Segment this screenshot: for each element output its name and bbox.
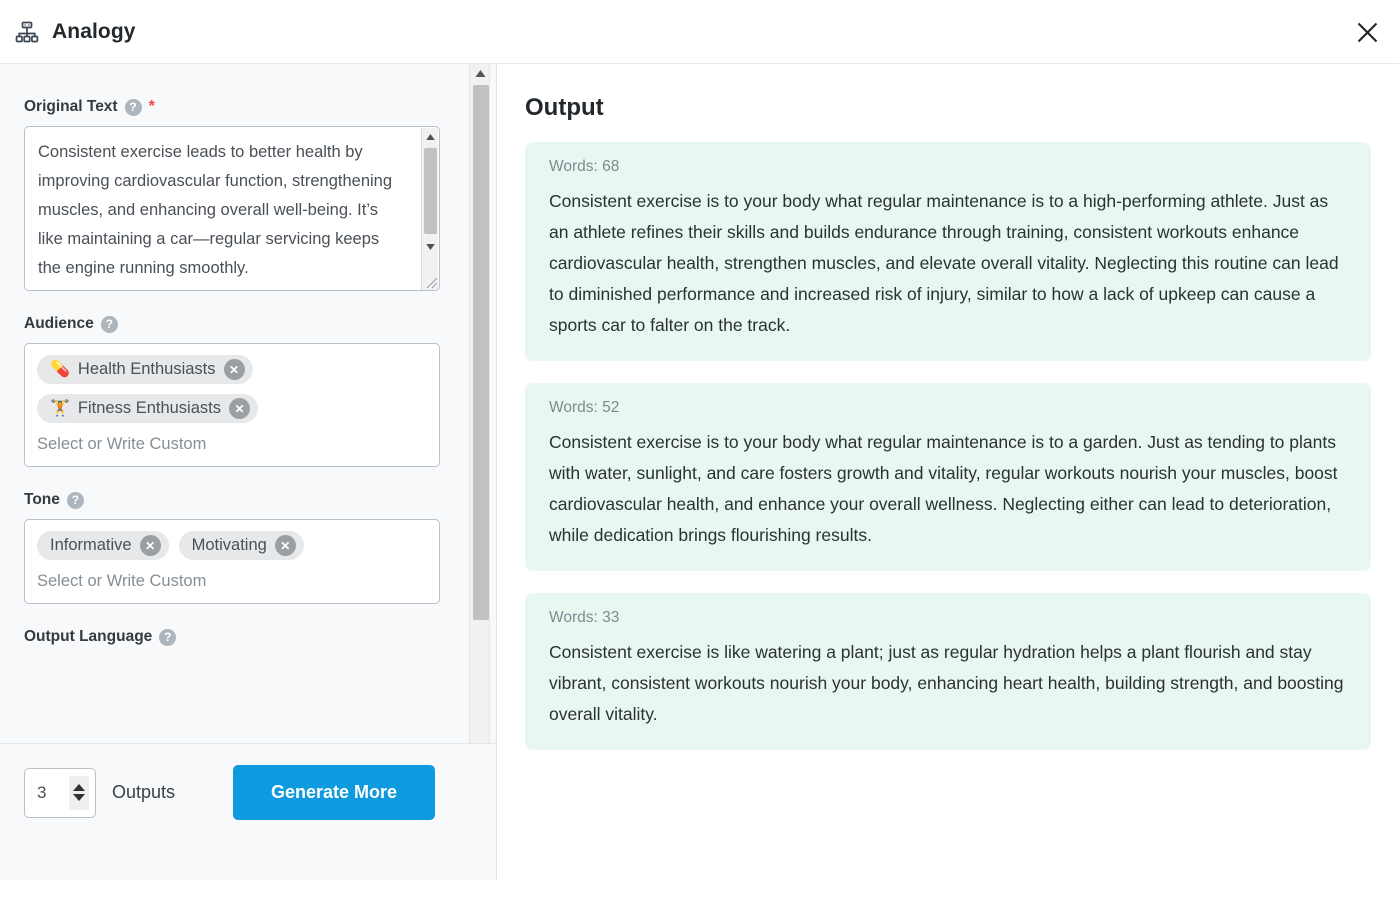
word-count-badge: Words: 52 <box>549 399 620 416</box>
generate-more-button[interactable]: Generate More <box>233 765 436 820</box>
output-card[interactable]: Words: 68 Consistent exercise is to your… <box>525 142 1371 361</box>
help-icon[interactable]: ? <box>100 315 118 333</box>
original-text-label: Original Text ? * <box>24 98 444 116</box>
tone-label: Tone ? <box>24 491 444 509</box>
help-icon[interactable]: ? <box>66 491 84 509</box>
output-text: Consistent exercise is like watering a p… <box>549 642 1344 724</box>
output-card[interactable]: Words: 33 Consistent exercise is like wa… <box>525 593 1371 750</box>
remove-tag-icon[interactable]: ✕ <box>274 535 296 556</box>
outputs-count-value: 3 <box>37 782 47 802</box>
sitemap-icon <box>14 19 40 45</box>
textarea-resize-handle[interactable] <box>421 272 438 289</box>
required-asterisk: * <box>148 98 155 115</box>
textarea-scrollbar[interactable] <box>421 128 439 290</box>
output-language-label: Output Language ? <box>24 628 444 646</box>
quantity-stepper[interactable] <box>69 775 89 810</box>
field-tone: Tone ? Informative ✕ Motivating ✕ Select… <box>24 491 444 604</box>
main-area: Original Text ? * Consistent exercise le… <box>0 64 1399 919</box>
outputs-count-input[interactable]: 3 <box>24 767 96 818</box>
original-text-label-text: Original Text <box>24 98 118 115</box>
form-scroll-area: Original Text ? * Consistent exercise le… <box>0 64 497 782</box>
tag-chip[interactable]: Informative ✕ <box>37 531 169 560</box>
close-icon[interactable] <box>1343 8 1391 56</box>
scroll-up-icon[interactable] <box>470 64 491 83</box>
tag-label: Informative <box>50 536 132 554</box>
stepper-up-icon[interactable] <box>73 784 85 791</box>
weightlifter-emoji-icon: 🏋️ <box>50 399 70 417</box>
form-panel: Original Text ? * Consistent exercise le… <box>0 64 497 880</box>
scroll-down-icon[interactable] <box>422 238 439 255</box>
form-panel-scrollbar[interactable] <box>469 64 490 782</box>
tag-chip[interactable]: 💊 Health Enthusiasts ✕ <box>37 355 253 384</box>
output-card[interactable]: Words: 52 Consistent exercise is to your… <box>525 383 1371 571</box>
audience-tag-input[interactable]: 💊 Health Enthusiasts ✕ 🏋️ Fitness Enthus… <box>24 343 440 467</box>
help-icon[interactable]: ? <box>159 628 177 646</box>
remove-tag-icon[interactable]: ✕ <box>228 398 250 419</box>
output-text: Consistent exercise is to your body what… <box>549 432 1338 545</box>
remove-tag-icon[interactable]: ✕ <box>139 535 161 556</box>
word-count-badge: Words: 68 <box>549 158 620 175</box>
form-panel-scroll-thumb[interactable] <box>473 85 489 620</box>
stepper-down-icon[interactable] <box>73 794 85 801</box>
original-text-textarea[interactable]: Consistent exercise leads to better heal… <box>24 126 440 291</box>
word-count-badge: Words: 33 <box>549 609 620 626</box>
tag-label: Fitness Enthusiasts <box>77 399 221 417</box>
tag-label: Health Enthusiasts <box>77 360 216 378</box>
output-card-list: Words: 68 Consistent exercise is to your… <box>525 142 1371 750</box>
pill-emoji-icon: 💊 <box>50 360 70 378</box>
field-audience: Audience ? 💊 Health Enthusiasts ✕ 🏋️ Fit… <box>24 315 444 467</box>
output-heading: Output <box>525 94 604 121</box>
audience-placeholder[interactable]: Select or Write Custom <box>37 435 427 454</box>
tone-placeholder[interactable]: Select or Write Custom <box>37 572 427 591</box>
tone-label-text: Tone <box>24 491 60 508</box>
tone-tag-list: Informative ✕ Motivating ✕ <box>37 531 427 560</box>
field-output-language: Output Language ? <box>24 628 444 646</box>
field-original-text: Original Text ? * Consistent exercise le… <box>24 98 444 291</box>
outputs-label: Outputs <box>112 782 176 802</box>
action-bar: 3 Outputs Generate More <box>0 743 496 841</box>
output-panel: Output Words: 68 Consistent exercise is … <box>498 64 1399 919</box>
remove-tag-icon[interactable]: ✕ <box>223 359 245 380</box>
tag-chip[interactable]: Motivating ✕ <box>178 531 304 560</box>
scroll-up-icon[interactable] <box>422 128 439 145</box>
original-text-value: Consistent exercise leads to better heal… <box>38 143 397 277</box>
textarea-scroll-thumb[interactable] <box>424 148 437 234</box>
tag-label: Motivating <box>191 536 267 554</box>
tag-chip[interactable]: 🏋️ Fitness Enthusiasts ✕ <box>37 394 258 423</box>
tone-tag-input[interactable]: Informative ✕ Motivating ✕ Select or Wri… <box>24 519 440 604</box>
audience-label-text: Audience <box>24 315 94 332</box>
page-title: Analogy <box>52 19 136 43</box>
title-bar: Analogy <box>0 0 1399 64</box>
audience-tag-list: 💊 Health Enthusiasts ✕ 🏋️ Fitness Enthus… <box>37 355 427 423</box>
output-text: Consistent exercise is to your body what… <box>549 191 1339 335</box>
help-icon[interactable]: ? <box>124 98 142 116</box>
audience-label: Audience ? <box>24 315 444 333</box>
output-language-label-text: Output Language <box>24 628 153 645</box>
